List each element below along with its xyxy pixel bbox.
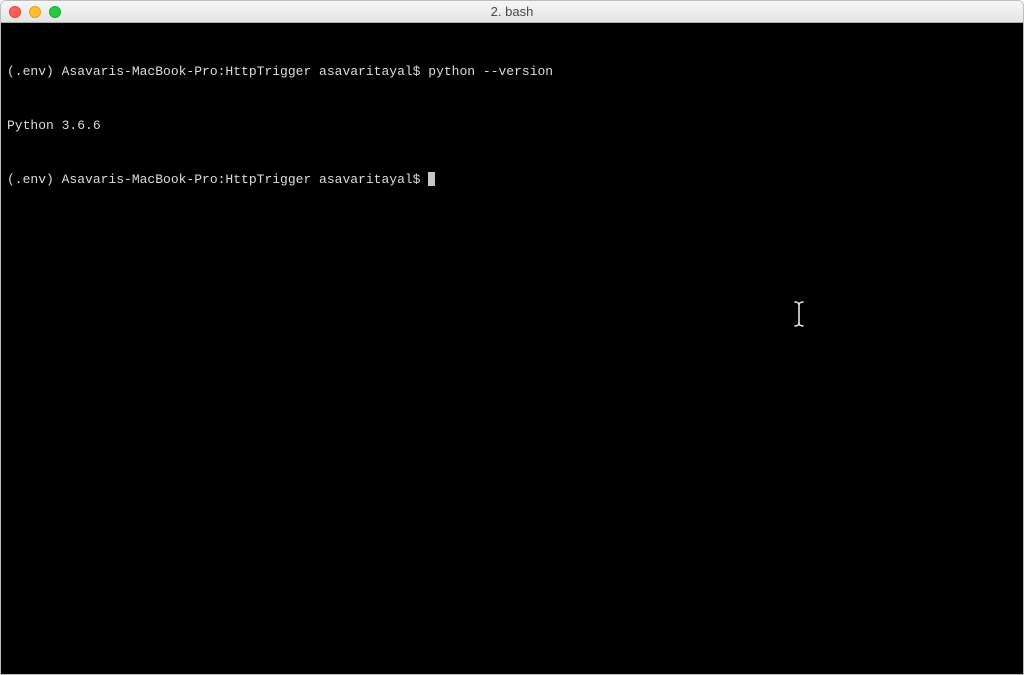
terminal-window: 2. bash (.env) Asavaris-MacBook-Pro:Http… (0, 0, 1024, 675)
titlebar[interactable]: 2. bash (1, 1, 1023, 23)
minimize-icon[interactable] (29, 6, 41, 18)
terminal-line: (.env) Asavaris-MacBook-Pro:HttpTrigger … (7, 171, 1017, 189)
terminal-body[interactable]: (.env) Asavaris-MacBook-Pro:HttpTrigger … (1, 23, 1023, 674)
close-icon[interactable] (9, 6, 21, 18)
ibeam-cursor-icon (746, 283, 758, 309)
command-text: python --version (428, 64, 553, 79)
terminal-line: Python 3.6.6 (7, 117, 1017, 135)
block-cursor-icon (428, 172, 435, 186)
prompt-text: (.env) Asavaris-MacBook-Pro:HttpTrigger … (7, 64, 428, 79)
window-title: 2. bash (1, 4, 1023, 19)
traffic-lights (1, 6, 61, 18)
output-text: Python 3.6.6 (7, 118, 101, 133)
terminal-line: (.env) Asavaris-MacBook-Pro:HttpTrigger … (7, 63, 1017, 81)
prompt-text: (.env) Asavaris-MacBook-Pro:HttpTrigger … (7, 172, 428, 187)
maximize-icon[interactable] (49, 6, 61, 18)
